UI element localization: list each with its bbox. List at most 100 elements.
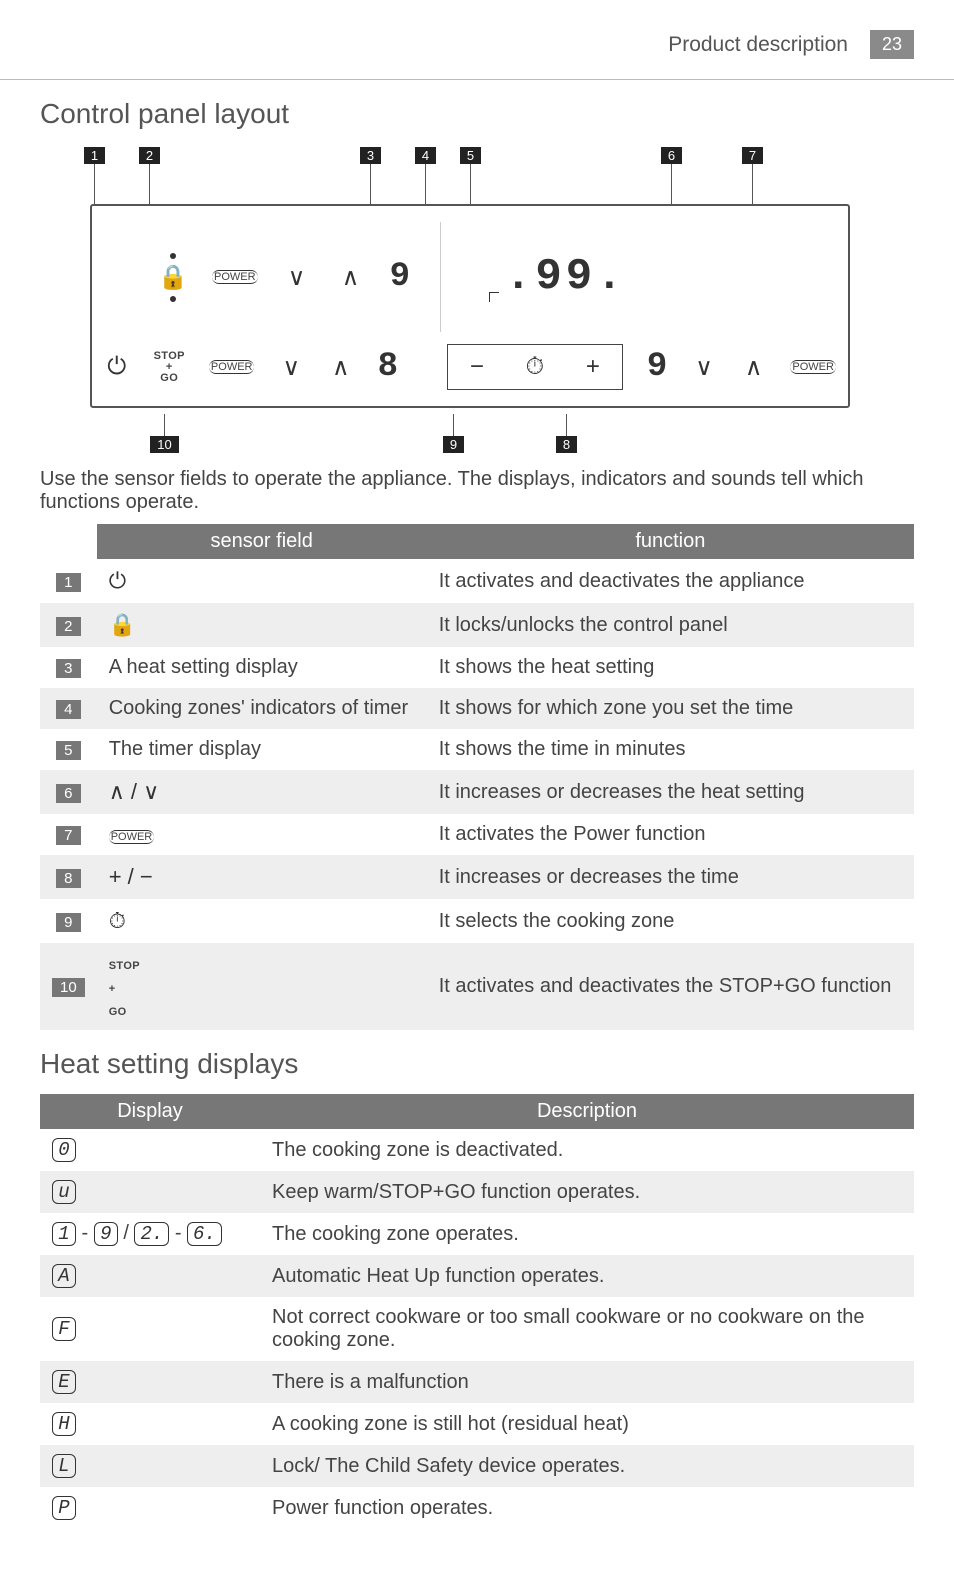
table-row: 10 STOP+GO It activates and deactivates th… <box>40 943 914 1030</box>
chevron-up-icon: ∧ <box>336 263 366 292</box>
display-symbol: 2. <box>134 1222 169 1246</box>
table-row: 9 ⏱ It selects the cooking zone <box>40 899 914 943</box>
function-text: It shows the time in minutes <box>427 729 914 770</box>
display-symbol: u <box>52 1180 76 1204</box>
heat-display-right: 9 <box>647 348 667 386</box>
function-text: It activates and deactivates the STOP+GO… <box>427 943 914 1030</box>
sensor-symbol-icon: 🔒 <box>109 612 136 637</box>
description-text: A cooking zone is still hot (residual he… <box>260 1403 914 1445</box>
minus-icon: − <box>462 353 492 381</box>
power-on-icon: ⏻ <box>104 353 130 381</box>
description-text: Lock/ The Child Safety device operates. <box>260 1445 914 1487</box>
description-text: There is a malfunction <box>260 1361 914 1403</box>
power-icon: POWER <box>109 830 155 844</box>
stopgo-icon: STOP + GO <box>154 351 185 384</box>
description-text: Automatic Heat Up function operates. <box>260 1255 914 1297</box>
panel-row-top: ⏻ 🔒 POWER ∨ ∧ 9 .99. <box>104 216 836 338</box>
callouts-top: 1 2 3 4 5 6 7 <box>90 144 850 204</box>
callout-8: 8 <box>556 436 577 453</box>
display-symbol: F <box>52 1317 76 1341</box>
th-description: Description <box>260 1094 914 1129</box>
display-symbol: L <box>52 1454 76 1478</box>
display-symbol: H <box>52 1412 76 1436</box>
callouts-bottom: 10 9 8 <box>90 414 850 454</box>
heat-display-top: 9 <box>390 258 410 296</box>
description-text: The cooking zone is deactivated. <box>260 1129 914 1171</box>
sensor-symbol-icon: ∧ / ∨ <box>109 779 160 804</box>
panel-row-bottom: ⏻ STOP + GO POWER ∨ ∧ 8 − ⏱ + 9 ∨ ∧ <box>104 338 836 396</box>
callout-6: 6 <box>661 147 682 164</box>
chevron-up-icon: ∧ <box>328 353 354 382</box>
power-icon: POWER <box>790 360 836 374</box>
display-symbol: E <box>52 1370 76 1394</box>
sensor-symbol-icon: ⏻ <box>109 568 126 593</box>
table-row: P Power function operates. <box>40 1487 914 1529</box>
separator <box>440 222 441 332</box>
lock-icon: 🔒 <box>158 263 188 292</box>
heading-heat-displays: Heat setting displays <box>40 1048 914 1080</box>
table-row: u Keep warm/STOP+GO function operates. <box>40 1171 914 1213</box>
row-number-badge: 3 <box>56 659 80 678</box>
function-text: It increases or decreases the heat setti… <box>427 770 914 814</box>
table-row: 1⏻It activates and deactivates the appli… <box>40 559 914 603</box>
function-text: It selects the cooking zone <box>427 899 914 943</box>
row-number-badge: 4 <box>56 700 80 719</box>
function-text: It shows for which zone you set the time <box>427 688 914 729</box>
table-row: 8+ / −It increases or decreases the time <box>40 855 914 899</box>
callout-4: 4 <box>415 147 436 164</box>
display-symbol: A <box>52 1264 76 1288</box>
function-text: It increases or decreases the time <box>427 855 914 899</box>
table-row: 4 Cooking zones' indicators of timer It sh… <box>40 688 914 729</box>
power-icon: POWER <box>212 270 258 284</box>
sensor-text: A heat setting display <box>109 656 298 678</box>
display-symbol: 6. <box>187 1222 222 1246</box>
chevron-down-icon: ∨ <box>282 263 312 292</box>
description-text: The cooking zone operates. <box>260 1213 914 1255</box>
chevron-down-icon: ∨ <box>691 353 717 382</box>
page-number-badge: 23 <box>870 30 914 59</box>
chevron-up-icon: ∧ <box>741 353 767 382</box>
plus-icon: + <box>578 353 608 381</box>
timer-display: .99. <box>505 252 627 302</box>
power-icon: POWER <box>209 360 255 374</box>
display-symbol: 9 <box>94 1222 118 1246</box>
display-symbol: 1 <box>52 1222 76 1246</box>
row-number-badge: 7 <box>56 826 80 845</box>
sensor-field-table: sensor field function 1⏻It activates and… <box>40 524 914 1030</box>
callout-2: 2 <box>139 147 160 164</box>
row-number-badge: 9 <box>56 913 80 932</box>
row-number-badge: 6 <box>56 784 80 803</box>
description-text: Keep warm/STOP+GO function operates. <box>260 1171 914 1213</box>
callout-7: 7 <box>742 147 763 164</box>
table-row: 2🔒It locks/unlocks the control panel <box>40 603 914 647</box>
table-row: 3 A heat setting display It shows the heat… <box>40 647 914 688</box>
clock-icon: ⏱ <box>520 353 550 381</box>
sensor-text: Cooking zones' indicators of timer <box>109 697 409 719</box>
th-sensor: sensor field <box>97 524 427 559</box>
indicator-dot-icon <box>170 253 176 259</box>
chevron-down-icon: ∨ <box>278 353 304 382</box>
control-panel-frame: ⏻ 🔒 POWER ∨ ∧ 9 .99. ⏻ STOP + <box>90 204 850 408</box>
table-row: 1 - 9 / 2. - 6.The cooking zone operates… <box>40 1213 914 1255</box>
sensor-symbol-icon: ⏱ <box>109 908 126 933</box>
display-symbol: P <box>52 1496 76 1520</box>
row-number-badge: 1 <box>56 573 80 592</box>
row-number-badge: 5 <box>56 741 80 760</box>
description-text: Power function operates. <box>260 1487 914 1529</box>
indicator-dot-icon <box>170 296 176 302</box>
function-text: It locks/unlocks the control panel <box>427 603 914 647</box>
row-number-badge: 10 <box>52 978 85 997</box>
function-text: It shows the heat setting <box>427 647 914 688</box>
control-panel-diagram: 1 2 3 4 5 6 7 ⏻ 🔒 POWER ∨ ∧ 9 <box>90 144 850 454</box>
table-row: H A cooking zone is still hot (residual h… <box>40 1403 914 1445</box>
stopgo-icon: STOP+GO <box>109 960 140 1018</box>
table-row: A Automatic Heat Up function operates. <box>40 1255 914 1297</box>
table-row: L Lock/ The Child Safety device operates. <box>40 1445 914 1487</box>
callout-1: 1 <box>84 147 105 164</box>
table-row: E There is a malfunction <box>40 1361 914 1403</box>
table-row: 0The cooking zone is deactivated. <box>40 1129 914 1171</box>
th-display: Display <box>40 1094 260 1129</box>
timer-control-box: − ⏱ + <box>447 344 623 390</box>
sensor-symbol-icon: + / − <box>109 864 153 889</box>
description-text: Not correct cookware or too small cookwa… <box>260 1297 914 1361</box>
